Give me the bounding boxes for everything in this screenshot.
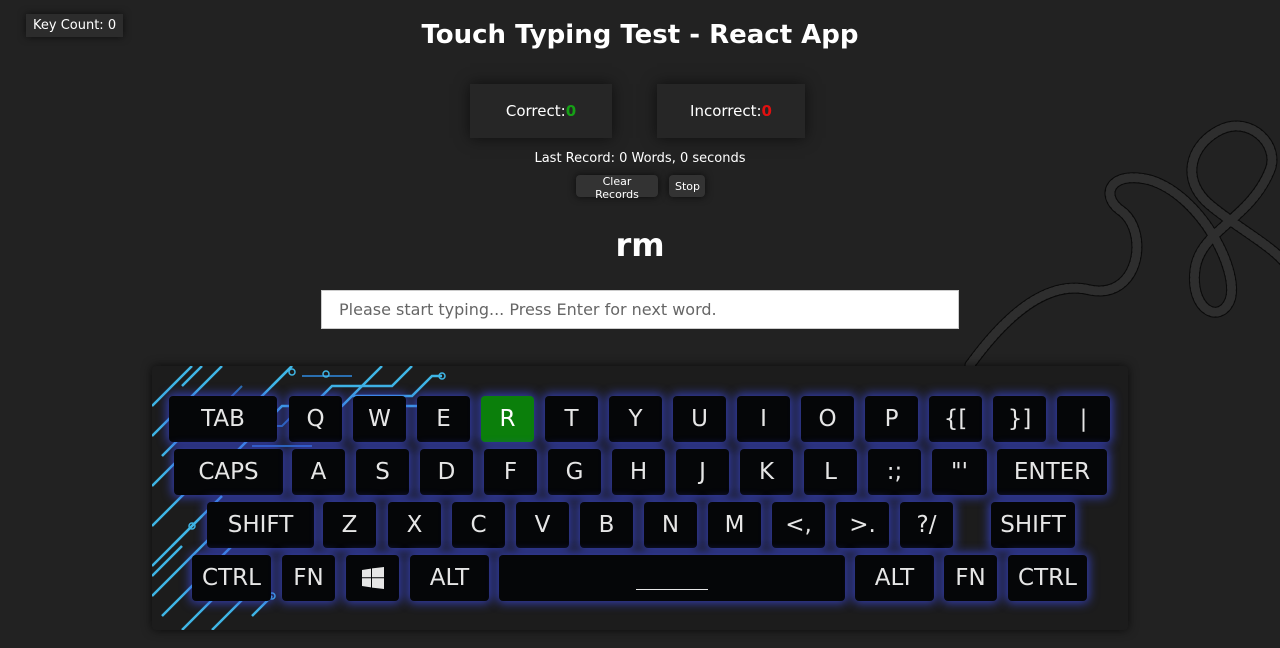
correct-stat-box: Correct: 0 <box>470 84 612 138</box>
key-}][interactable]: }] <box>993 396 1046 442</box>
key-g[interactable]: G <box>548 449 601 495</box>
key-t[interactable]: T <box>545 396 598 442</box>
key-u[interactable]: U <box>673 396 726 442</box>
clear-records-button[interactable]: Clear Records <box>576 175 658 201</box>
incorrect-label: Incorrect: <box>690 102 762 120</box>
key-l[interactable]: L <box>804 449 857 495</box>
key-j[interactable]: J <box>676 449 729 495</box>
key-shift[interactable]: SHIFT <box>207 502 314 548</box>
key-space[interactable] <box>499 555 845 601</box>
key-:;[interactable]: :; <box>868 449 921 495</box>
key-e[interactable]: E <box>417 396 470 442</box>
key-n[interactable]: N <box>644 502 697 548</box>
key->.[interactable]: >. <box>836 502 889 548</box>
key-h[interactable]: H <box>612 449 665 495</box>
key-m[interactable]: M <box>708 502 761 548</box>
key-<,[interactable]: <, <box>772 502 825 548</box>
key-y[interactable]: Y <box>609 396 662 442</box>
key-z[interactable]: Z <box>323 502 376 548</box>
key-a[interactable]: A <box>292 449 345 495</box>
windows-icon <box>361 567 384 589</box>
key-?/[interactable]: ?/ <box>900 502 953 548</box>
key-ctrl[interactable]: CTRL <box>1008 555 1087 601</box>
key-fn[interactable]: FN <box>282 555 335 601</box>
key-w[interactable]: W <box>353 396 406 442</box>
key-alt[interactable]: ALT <box>410 555 489 601</box>
key-|[interactable]: | <box>1057 396 1110 442</box>
key-f[interactable]: F <box>484 449 537 495</box>
incorrect-value: 0 <box>761 102 772 120</box>
key-c[interactable]: C <box>452 502 505 548</box>
key-b[interactable]: B <box>580 502 633 548</box>
key-x[interactable]: X <box>388 502 441 548</box>
key-windows[interactable] <box>346 555 399 601</box>
space-bar-mark <box>636 576 708 590</box>
key-s[interactable]: S <box>356 449 409 495</box>
key-tab[interactable]: TAB <box>169 396 277 442</box>
key-q[interactable]: Q <box>289 396 342 442</box>
key-ctrl[interactable]: CTRL <box>192 555 271 601</box>
key-r[interactable]: R <box>481 396 534 442</box>
page-title: Touch Typing Test - React App <box>421 20 859 50</box>
key-d[interactable]: D <box>420 449 473 495</box>
key-caps[interactable]: CAPS <box>174 449 283 495</box>
typing-input[interactable] <box>321 290 959 329</box>
key-enter[interactable]: ENTER <box>997 449 1107 495</box>
key-p[interactable]: P <box>865 396 918 442</box>
stop-button[interactable]: Stop <box>669 175 705 197</box>
key-alt[interactable]: ALT <box>855 555 934 601</box>
incorrect-stat-box: Incorrect: 0 <box>657 84 805 138</box>
key-v[interactable]: V <box>516 502 569 548</box>
key-{[[interactable]: {[ <box>929 396 982 442</box>
correct-label: Correct: <box>505 102 566 120</box>
key-"'[interactable]: "' <box>932 449 987 495</box>
virtual-keyboard: TAB Q W E R T Y U I O P{[}] | CAPS A S D F G H J K L:; "' ENTER… <box>152 366 1128 630</box>
key-k[interactable]: K <box>740 449 793 495</box>
key-fn[interactable]: FN <box>944 555 997 601</box>
key-o[interactable]: O <box>801 396 854 442</box>
key-i[interactable]: I <box>737 396 790 442</box>
key-shift[interactable]: SHIFT <box>991 502 1075 548</box>
keyboard-cable-decoration <box>964 120 1280 370</box>
correct-value: 0 <box>565 102 577 120</box>
